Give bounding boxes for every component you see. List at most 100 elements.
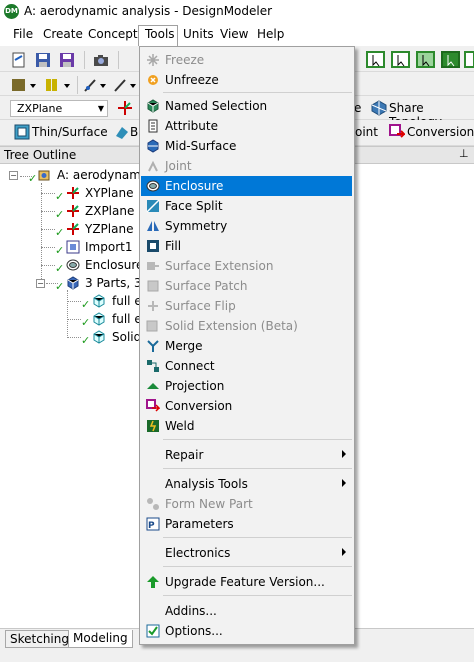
thin-surface-button[interactable]: Thin/Surface — [32, 125, 108, 139]
window-title: A: aerodynamic analysis - DesignModeler — [24, 4, 273, 18]
menu-item-surface-flip[interactable]: Surface Flip — [141, 296, 352, 316]
menu-create[interactable]: Create — [43, 27, 83, 41]
body-icon — [93, 294, 105, 308]
joint-icon — [148, 160, 158, 172]
line-display-icon[interactable] — [112, 76, 138, 94]
submenu-arrow-icon — [342, 548, 346, 556]
select-vertex-icon[interactable] — [365, 50, 387, 70]
share-topology-partial-text: e — [354, 101, 362, 115]
menu-item-repair[interactable]: Repair — [141, 445, 352, 465]
save-icon[interactable] — [34, 51, 52, 69]
select-more-icon[interactable] — [463, 50, 474, 70]
check-icon: ✓ — [55, 226, 65, 239]
menu-item-projection[interactable]: Projection — [141, 376, 352, 396]
plane-axes-icon — [67, 223, 79, 235]
menu-item-label: Freeze — [165, 53, 205, 67]
menu-item-fill[interactable]: Fill — [141, 236, 352, 256]
projection-icon — [147, 383, 159, 389]
select-body-icon[interactable] — [440, 50, 462, 70]
tree-item-xyplane[interactable]: XYPlane — [85, 186, 133, 200]
conversion-button[interactable]: Conversion — [407, 125, 474, 139]
tree-item-body[interactable]: full e — [112, 294, 142, 308]
menu-item-enclosure[interactable]: Enclosure — [141, 176, 352, 196]
toolbar-separator — [77, 76, 78, 94]
options-check-icon — [146, 624, 160, 638]
collapse-icon[interactable]: − — [9, 171, 18, 180]
camera-icon[interactable] — [92, 51, 110, 69]
menu-item-attribute[interactable]: Attribute — [141, 116, 352, 136]
menu-item-addins[interactable]: Addins... — [141, 601, 352, 621]
pin-icon[interactable]: ⊥ — [459, 147, 469, 160]
import-icon — [66, 240, 80, 254]
tree-item-yzplane[interactable]: YZPlane — [85, 222, 133, 236]
check-icon: ✓ — [55, 262, 65, 275]
menu-item-form-new-part[interactable]: Form New Part — [141, 494, 352, 514]
thin-surface-icon — [14, 124, 30, 140]
select-face-icon[interactable] — [415, 50, 437, 70]
new-file-icon[interactable] — [10, 51, 28, 69]
menu-separator — [163, 468, 352, 469]
display-mode-icon[interactable] — [10, 76, 40, 94]
tree-connector — [67, 301, 81, 302]
menu-concept[interactable]: Concept — [88, 27, 138, 41]
body-icon — [93, 330, 105, 344]
new-plane-icon[interactable] — [116, 99, 134, 117]
menu-file[interactable]: File — [13, 27, 33, 41]
menu-item-label: Parameters — [165, 517, 234, 531]
menu-item-named-selection[interactable]: Named Selection — [141, 96, 352, 116]
tree-item-zxplane[interactable]: ZXPlane — [85, 204, 134, 218]
connect-icon — [147, 360, 159, 372]
menu-item-weld[interactable]: Weld — [141, 416, 352, 436]
menu-view[interactable]: View — [220, 27, 248, 41]
surface-extension-icon — [147, 262, 159, 270]
menu-item-freeze[interactable]: Freeze — [141, 50, 352, 70]
menu-item-connect[interactable]: Connect — [141, 356, 352, 376]
menu-item-solid-extension[interactable]: Solid Extension (Beta) — [141, 316, 352, 336]
menu-item-electronics[interactable]: Electronics — [141, 543, 352, 563]
menu-item-options[interactable]: Options... — [141, 621, 352, 641]
menu-item-upgrade-feature[interactable]: Upgrade Feature Version... — [141, 572, 352, 592]
tree-item-import1[interactable]: Import1 — [85, 240, 132, 254]
menu-item-analysis-tools[interactable]: Analysis Tools — [141, 474, 352, 494]
surface-patch-icon — [147, 280, 159, 292]
plane-select[interactable]: ZXPlane ▼ — [10, 100, 108, 117]
menu-item-merge[interactable]: Merge — [141, 336, 352, 356]
check-icon: ✓ — [81, 316, 91, 329]
menu-item-mid-surface[interactable]: Mid-Surface — [141, 136, 352, 156]
tab-modeling[interactable]: Modeling — [68, 630, 133, 648]
toolbar-separator — [84, 51, 85, 69]
weld-icon — [147, 420, 159, 432]
upgrade-arrow-icon — [147, 576, 159, 588]
menu-help[interactable]: Help — [257, 27, 284, 41]
submenu-arrow-icon — [342, 450, 346, 458]
merge-icon — [147, 340, 159, 352]
plane-axes-icon — [67, 187, 79, 199]
menu-item-label: Named Selection — [165, 99, 268, 113]
blend-partial-text: B — [130, 125, 139, 139]
menu-item-conversion[interactable]: Conversion — [141, 396, 352, 416]
menu-item-surface-patch[interactable]: Surface Patch — [141, 276, 352, 296]
menu-item-joint[interactable]: Joint — [141, 156, 352, 176]
menu-item-symmetry[interactable]: Symmetry — [141, 216, 352, 236]
menu-item-unfreeze[interactable]: Unfreeze — [141, 70, 352, 90]
tab-sketching[interactable]: Sketching — [5, 630, 74, 648]
menu-item-face-split[interactable]: Face Split — [141, 196, 352, 216]
collapse-icon[interactable]: − — [36, 279, 45, 288]
tree-item-body[interactable]: full e — [112, 312, 142, 326]
body-icon — [93, 312, 105, 326]
menu-item-parameters[interactable]: P Parameters — [141, 514, 352, 534]
solid-extension-icon — [146, 320, 158, 332]
tree-item-body[interactable]: Solid — [112, 330, 141, 344]
tree-item-model[interactable]: A: aerodynamic — [57, 168, 151, 182]
select-edge-icon[interactable] — [390, 50, 412, 70]
menu-tools[interactable]: Tools — [145, 27, 175, 41]
conversion-toolbar-icon — [389, 124, 405, 138]
body-color-icon[interactable] — [44, 76, 74, 94]
attribute-icon — [148, 119, 158, 133]
menu-item-surface-extension[interactable]: Surface Extension — [141, 256, 352, 276]
menu-units[interactable]: Units — [183, 27, 214, 41]
save-as-icon[interactable] — [58, 51, 76, 69]
chevron-down-icon: ▼ — [97, 104, 104, 113]
check-icon: ✓ — [55, 280, 65, 293]
edge-display-icon[interactable] — [82, 76, 110, 94]
